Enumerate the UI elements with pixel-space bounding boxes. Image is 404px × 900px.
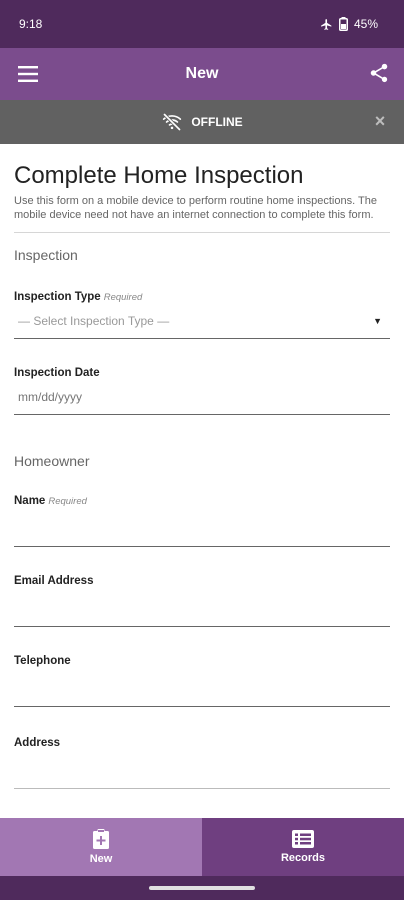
telephone-label: Telephone	[14, 655, 71, 667]
inspection-date-input[interactable]	[18, 389, 386, 404]
clipboard-plus-icon	[93, 829, 109, 849]
form-title: Complete Home Inspection	[14, 162, 304, 189]
name-input[interactable]	[18, 519, 386, 534]
close-icon[interactable]: ×	[372, 112, 388, 130]
inspection-type-select[interactable]: — Select Inspection Type — ▼	[14, 303, 390, 339]
required-tag: Required	[48, 496, 87, 507]
offline-label: OFFLINE	[191, 115, 243, 129]
telephone-input[interactable]	[18, 679, 386, 694]
status-bar: 9:18 45%	[0, 0, 404, 48]
address-field: Address	[14, 737, 390, 789]
menu-icon[interactable]	[18, 65, 38, 83]
offline-banner: OFFLINE ×	[0, 100, 404, 144]
name-field: Name Required	[14, 495, 390, 547]
status-icons: 45%	[320, 17, 378, 31]
section-homeowner-title: Homeowner	[14, 453, 90, 469]
required-tag: Required	[103, 292, 143, 303]
name-label: Name	[14, 495, 46, 507]
battery-percent: 45%	[353, 17, 378, 31]
status-time: 9:18	[19, 17, 43, 31]
email-field: Email Address	[14, 575, 390, 627]
email-label: Email Address	[14, 575, 94, 587]
app-bar: New	[0, 48, 404, 100]
email-input[interactable]	[18, 599, 386, 614]
system-nav-bar	[0, 876, 404, 900]
app-title: New	[185, 65, 219, 82]
form-description: Use this form on a mobile device to perf…	[14, 195, 377, 221]
inspection-type-field: Inspection Type Required — Select Inspect…	[14, 291, 390, 339]
inspection-date-label: Inspection Date	[14, 367, 100, 379]
list-icon	[292, 830, 314, 848]
tab-new[interactable]: New	[0, 818, 202, 876]
tab-records-label: Records	[280, 852, 326, 864]
share-icon[interactable]	[368, 62, 390, 84]
inspection-type-value: — Select Inspection Type —	[18, 313, 170, 328]
form-content: Complete Home Inspection Use this form o…	[0, 144, 404, 818]
wifi-off-icon	[163, 113, 182, 131]
inspection-date-field: Inspection Date	[14, 367, 390, 415]
dropdown-caret-icon: ▼	[373, 315, 382, 326]
address-input[interactable]	[18, 761, 386, 776]
bottom-nav: New Records	[0, 818, 404, 876]
battery-icon	[338, 17, 348, 31]
telephone-field: Telephone	[14, 655, 390, 707]
address-label: Address	[14, 737, 61, 749]
tab-new-label: New	[89, 853, 113, 865]
divider	[14, 232, 390, 233]
tab-records[interactable]: Records	[202, 818, 404, 876]
airplane-icon	[321, 18, 332, 30]
section-inspection-title: Inspection	[14, 247, 78, 263]
inspection-type-label: Inspection Type	[14, 291, 101, 303]
home-handle[interactable]	[149, 886, 255, 890]
